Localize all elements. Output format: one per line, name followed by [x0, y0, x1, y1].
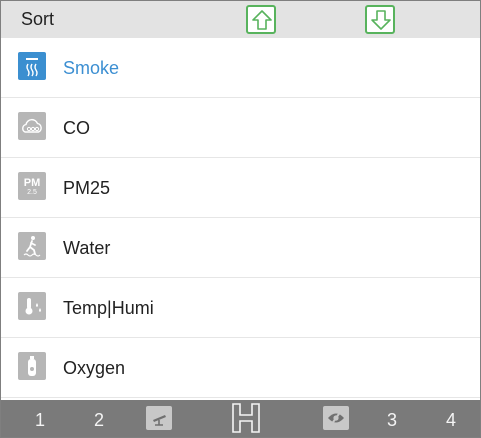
- list-item-label: Smoke: [63, 58, 120, 78]
- pm-icon-subtext: 2.5: [27, 189, 37, 196]
- list-item-water[interactable]: Water: [1, 218, 480, 278]
- camera-button[interactable]: [146, 406, 172, 430]
- temp-humi-icon: [18, 292, 46, 320]
- list-item-label: PM25: [63, 178, 111, 198]
- tab-4[interactable]: 4: [446, 410, 456, 431]
- list-item-oxygen[interactable]: Oxygen: [1, 338, 480, 398]
- list-item-co[interactable]: CO: [1, 98, 480, 158]
- sort-screen: Sort Smoke CO PM 2.5 PM25 Water Temp|Hum…: [0, 0, 481, 438]
- header-bar: Sort: [1, 1, 480, 38]
- tab-2[interactable]: 2: [94, 410, 104, 431]
- pm-icon-text: PM: [23, 177, 41, 189]
- oxygen-icon: [18, 352, 46, 380]
- co-cloud-icon: [18, 112, 46, 140]
- h-button[interactable]: [229, 402, 263, 434]
- visibility-button[interactable]: [323, 406, 349, 430]
- arrow-down-outline-icon: [371, 10, 391, 30]
- camera-icon: [153, 415, 166, 426]
- list-item-pm25[interactable]: PM 2.5 PM25: [1, 158, 480, 218]
- list-item-label: Oxygen: [63, 358, 126, 378]
- move-up-button[interactable]: [246, 5, 276, 34]
- pm25-icon: PM 2.5: [18, 172, 46, 200]
- list-item-temp-humi[interactable]: Temp|Humi: [1, 278, 480, 338]
- arrow-up-outline-icon: [252, 10, 272, 30]
- list-item-label: Water: [63, 238, 111, 258]
- smoke-icon: [18, 52, 46, 80]
- list-item-smoke[interactable]: Smoke: [1, 38, 480, 98]
- list-item-label: Temp|Humi: [63, 298, 154, 318]
- move-down-button[interactable]: [365, 5, 395, 34]
- list-item-label: CO: [63, 118, 90, 138]
- water-leak-icon: [18, 232, 46, 260]
- h-icon: [232, 403, 260, 433]
- visibility-icon: [328, 410, 344, 426]
- tab-3[interactable]: 3: [387, 410, 397, 431]
- sensor-list: Smoke CO PM 2.5 PM25 Water Temp|Humi Oxy…: [1, 38, 480, 398]
- footer-nav: 1 2 3 4: [1, 400, 480, 437]
- tab-1[interactable]: 1: [35, 410, 45, 431]
- page-title: Sort: [21, 9, 55, 29]
